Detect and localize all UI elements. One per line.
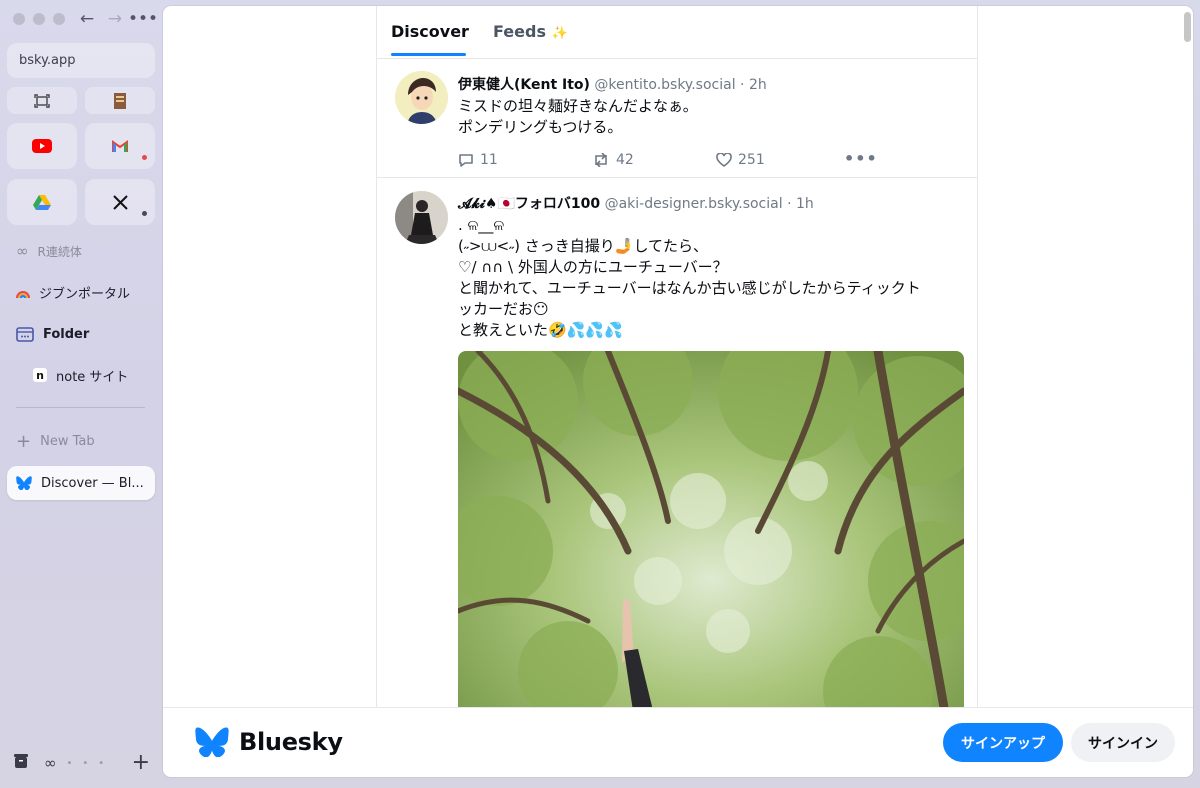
pinned-gmail[interactable] [85, 123, 155, 169]
author-name[interactable]: 伊東健人(Kent Ito) [458, 77, 590, 93]
forward-arrow-icon[interactable]: → [104, 8, 126, 30]
sidebar-divider [16, 407, 145, 408]
repost-count: 42 [616, 152, 634, 168]
post-line: ッカーだお😶 [458, 300, 549, 318]
rainbow-icon [16, 291, 30, 298]
signin-button[interactable]: サインイン [1071, 723, 1175, 762]
browser-sidebar: ← → ••• bsky.app ∞ R連続体 ジブンポータル Folder n… [0, 0, 163, 788]
avatar[interactable] [395, 191, 448, 244]
youtube-icon [32, 139, 52, 153]
tab-discover[interactable]: Discover [391, 22, 469, 41]
note-icon: n [33, 368, 47, 382]
pinned-x[interactable] [85, 179, 155, 225]
zoom-window-button[interactable] [53, 13, 65, 25]
separator: · [735, 77, 749, 93]
like-button[interactable]: 251 [716, 152, 765, 168]
post-body: ミスドの坦々麺好きなんだよなぁ。 ポンデリングもつける。 [458, 96, 698, 138]
author-name[interactable]: 𝓐𝓴𝓲♠🇯🇵フォロバ100 [458, 196, 600, 212]
tab-discover-bluesky[interactable]: Discover — Bl... [7, 466, 155, 500]
reply-count: 11 [480, 152, 498, 168]
repost-button[interactable]: 42 [592, 152, 634, 168]
google-drive-icon [33, 195, 51, 210]
sidebar-item-label: ジブンポータル [39, 286, 131, 302]
archive-icon[interactable] [14, 753, 32, 773]
sidebar-bottom-bar: ∞ ••• + [14, 752, 150, 774]
post-line: ミスドの坦々麺好きなんだよなぁ。 [458, 97, 698, 115]
avatar[interactable] [395, 71, 448, 124]
separator: · [782, 196, 796, 212]
bluesky-logo[interactable]: Bluesky [195, 727, 343, 757]
sidebar-folder[interactable]: Folder [7, 317, 155, 351]
sidebar-item-r-continuum[interactable]: ∞ R連続体 [7, 234, 155, 268]
new-tab-label: New Tab [40, 433, 95, 449]
feed-tabs: Discover Feeds ✨ [377, 6, 978, 59]
sidebar-item-note-site[interactable]: n note サイト [7, 358, 155, 392]
post-line: と聞かれて、ユーチューバーはなんか古い感じがしたからティックト [458, 279, 921, 297]
like-count: 251 [738, 152, 765, 168]
sidebar-item-label: Folder [43, 326, 90, 342]
author-handle[interactable]: @aki-designer.bsky.social [605, 196, 783, 212]
reply-icon [459, 153, 473, 167]
bluesky-butterfly-icon [195, 727, 229, 757]
post-line: . ଳ__ଳ [458, 216, 505, 234]
pinned-google-drive[interactable] [7, 179, 77, 225]
back-arrow-icon[interactable]: ← [76, 8, 98, 30]
brand-wordmark: Bluesky [239, 728, 343, 756]
plus-icon: + [16, 430, 32, 452]
post-body: . ଳ__ଳ (˶>⩊<˶) さっき自撮り🤳してたら、 ♡/ ∩∩ \ 外国人の… [458, 215, 921, 341]
signup-button[interactable]: サインアップ [943, 723, 1063, 762]
space-dots[interactable]: ••• [67, 758, 115, 769]
post-time[interactable]: 2h [749, 77, 767, 93]
infinity-space-icon[interactable]: ∞ [44, 754, 57, 772]
post-header: 𝓐𝓴𝓲♠🇯🇵フォロバ100 @aki-designer.bsky.social … [458, 193, 814, 213]
more-options-icon[interactable]: ••• [844, 149, 878, 168]
signin-banner: Bluesky サインアップ サインイン [163, 707, 1193, 777]
gmail-icon [112, 140, 128, 152]
add-space-icon[interactable]: + [132, 752, 150, 774]
capture-icon [34, 93, 50, 108]
repost-icon [595, 153, 607, 167]
post[interactable]: 伊東健人(Kent Ito) @kentito.bsky.social · 2h… [377, 59, 978, 178]
url-bar[interactable]: bsky.app [7, 43, 155, 78]
folder-icon [16, 326, 34, 342]
page-scrollbar[interactable] [1184, 12, 1191, 42]
minimize-window-button[interactable] [33, 13, 45, 25]
sidebar-item-jibun-portal[interactable]: ジブンポータル [7, 275, 155, 309]
pinned-capture[interactable] [7, 87, 77, 114]
author-handle[interactable]: @kentito.bsky.social [594, 77, 735, 93]
feed-column: Discover Feeds ✨ 伊東健人(Kent Ito) @kentito… [376, 6, 978, 777]
window-controls [13, 13, 65, 25]
bluesky-butterfly-icon [16, 476, 32, 490]
pinned-youtube[interactable] [7, 123, 77, 169]
sparkles-icon: ✨ [551, 26, 568, 41]
sidebar-item-label: note サイト [56, 369, 129, 385]
pinned-book[interactable] [85, 87, 155, 114]
active-tab-indicator [391, 53, 466, 56]
close-window-button[interactable] [13, 13, 25, 25]
post[interactable]: 𝓐𝓴𝓲♠🇯🇵フォロバ100 @aki-designer.bsky.social … [377, 178, 978, 777]
heart-icon [716, 153, 732, 167]
reply-button[interactable]: 11 [458, 152, 498, 168]
post-line: と教えといた🤣💦💦💦 [458, 321, 623, 339]
post-line: (˶>⩊<˶) さっき自撮り🤳してたら、 [458, 237, 709, 255]
web-content: Discover Feeds ✨ 伊東健人(Kent Ito) @kentito… [163, 6, 1193, 777]
sidebar-item-label: R連続体 [37, 244, 82, 259]
notification-dot [142, 211, 147, 216]
book-icon [114, 92, 126, 109]
post-image[interactable] [458, 351, 964, 731]
post-header: 伊東健人(Kent Ito) @kentito.bsky.social · 2h [458, 74, 767, 94]
tab-label: Discover — Bl... [41, 475, 144, 491]
infinity-icon: ∞ [16, 242, 29, 260]
notification-dot [142, 155, 147, 160]
more-menu-icon[interactable]: ••• [128, 8, 158, 30]
post-line: ♡/ ∩∩ \ 外国人の方にユーチューバー？ [458, 258, 728, 276]
post-line: ポンデリングもつける。 [458, 118, 623, 136]
tab-feeds[interactable]: Feeds ✨ [493, 22, 568, 41]
post-actions: 11 42 251 ••• [458, 149, 878, 172]
post-time[interactable]: 1h [796, 196, 814, 212]
x-icon [112, 194, 128, 210]
new-tab-button[interactable]: + New Tab [7, 424, 155, 458]
